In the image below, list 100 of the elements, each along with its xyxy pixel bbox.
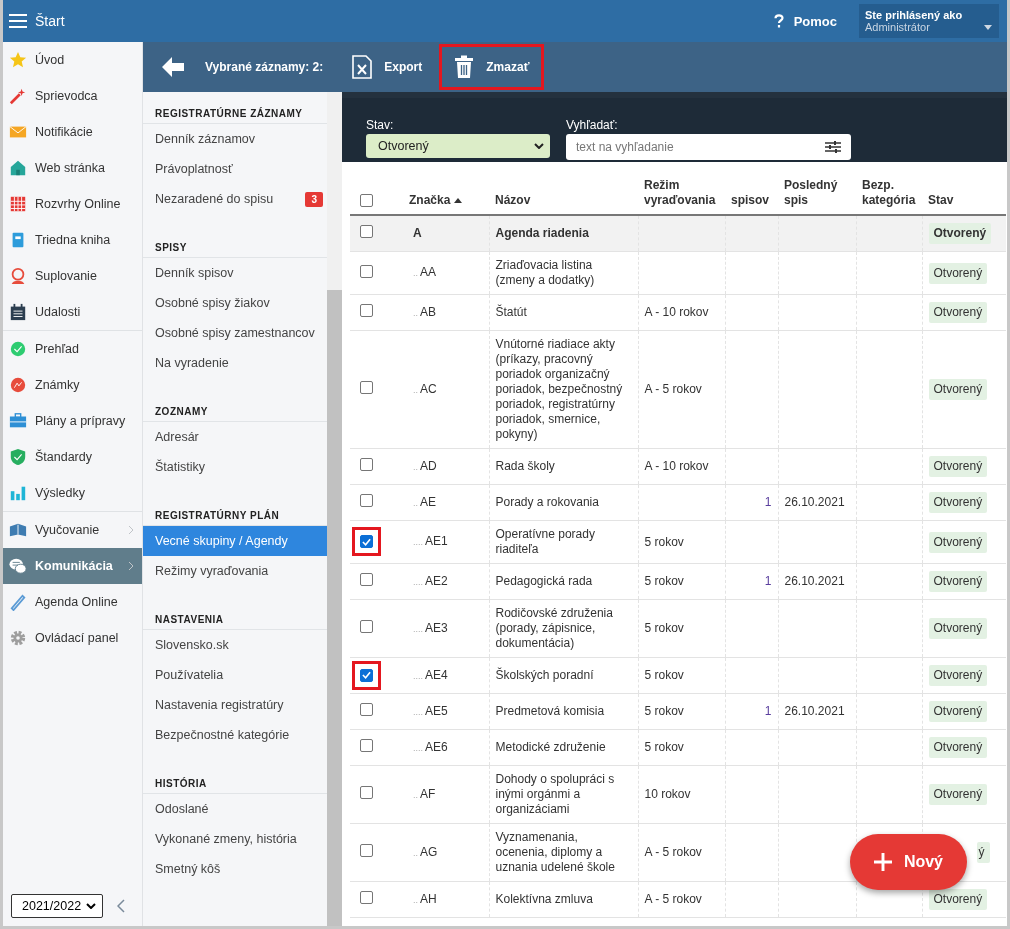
sidebar-item[interactable]: Triedna kniha [3,222,142,258]
column-header[interactable]: Stav [928,193,954,208]
status-tag: Otvorený [928,531,988,553]
help-icon[interactable] [773,14,784,28]
status-tag: Otvorený [928,379,988,400]
menu-item[interactable]: Smetný kôš [143,854,327,884]
sidebar-item[interactable]: Úvod [3,42,142,78]
sidebar-item[interactable]: Vyučovanie [3,512,142,548]
menu-item[interactable]: Nezaradené do spisu 3 [143,184,327,214]
menu-item[interactable]: Právoplatnosť [143,154,327,184]
field-label: Stav: [366,118,395,132]
table-cell: Rodičovské združenia (porady, zápisnice, dokumentácia) [495,606,613,650]
menu-item[interactable]: Slovensko.sk [143,630,327,660]
search-field[interactable]: text na vyhľadanie [566,134,851,160]
sidebar-item[interactable]: Plány a prípravy [3,403,142,439]
row-checkbox[interactable] [360,891,373,904]
person-icon [9,267,27,285]
sidebar-item[interactable]: Suplovanie [3,258,142,294]
wand-icon [9,87,27,105]
column-header[interactable]: Posledný spis [784,178,850,208]
new-button[interactable]: Nový [849,834,967,890]
menu-item[interactable]: Vykonané zmeny, história [143,824,327,854]
sidebar-item[interactable]: Známky [3,367,142,403]
code-text: AE1 [425,534,448,549]
row-checkbox[interactable] [360,494,373,507]
column-header[interactable]: Bezp. kategória [862,178,916,208]
menu-item[interactable]: Denník záznamov [143,124,327,154]
row-checkbox[interactable] [360,381,373,394]
select-all-checkbox[interactable] [360,194,373,208]
file-count-link[interactable]: 1 [764,574,772,588]
spreadsheet-file-icon [352,55,373,79]
row-checkbox[interactable] [360,535,373,548]
calendar-icon [9,303,27,321]
sidebar-item[interactable]: Výsledky [3,475,142,511]
menu-item[interactable]: Na vyradenie [143,348,327,378]
table-cell: 5 rokov [644,621,684,635]
menu-item[interactable]: Štatistiky [143,452,327,482]
sidebar-item[interactable]: Štandardy [3,439,142,475]
case-icon [9,412,27,430]
sidebar-item[interactable]: Ovládací panel [3,620,142,656]
grid-icon [9,195,27,213]
row-checkbox[interactable] [360,703,373,716]
code-text: AE5 [425,703,448,719]
menu-icon[interactable] [9,14,27,28]
sidebar-item[interactable]: Komunikácia [3,548,142,584]
row-checkbox[interactable] [360,264,373,278]
status-tag: Otvorený [928,889,988,910]
menu-item[interactable]: Odoslané [143,794,327,824]
back-arrow-icon[interactable] [161,56,185,78]
file-count-link[interactable]: 1 [764,495,772,509]
menu-item[interactable]: Bezpečnostné kategórie [143,720,327,750]
row-checkbox[interactable] [360,620,373,633]
collapse-icon[interactable] [117,899,125,913]
row-checkbox[interactable] [360,304,373,317]
row-checkbox[interactable] [360,668,373,682]
sidebar-item[interactable]: Prehľad [3,331,142,367]
column-header[interactable]: Režim vyraďovania [644,178,719,208]
menu-item[interactable]: Adresár [143,422,327,452]
house-icon [9,159,27,177]
table-cell: A - 5 rokov [644,845,702,859]
help-link[interactable]: Pomoc [793,13,837,29]
indent-dots: .. [413,306,418,320]
user-menu[interactable]: Ste prihlásený ako Administrátor [859,4,999,38]
row-checkbox[interactable] [360,786,373,799]
year-select[interactable]: 2021/2022 [11,894,103,918]
export-button[interactable]: Export [337,44,438,90]
row-checkbox[interactable] [360,844,373,857]
scrollbar[interactable] [327,92,342,926]
column-header[interactable]: Značka [409,193,463,208]
sidebar-item[interactable]: Udalosti [3,294,142,330]
row-checkbox[interactable] [360,225,373,238]
row-checkbox[interactable] [360,739,373,752]
sidebar-item[interactable]: Sprievodca [3,78,142,114]
menu-item[interactable]: Nastavenia registratúry [143,690,327,720]
menu-item[interactable]: Osobné spisy zamestnancov [143,318,327,348]
status-tag: Otvorený [928,737,988,758]
app-title: Štart [35,13,65,29]
status-select[interactable]: Otvorený [366,134,550,158]
sidebar-item[interactable]: Notifikácie [3,114,142,150]
column-header[interactable]: Názov [495,193,531,208]
delete-button[interactable]: Zmazať [439,44,545,90]
status-tag: Otvorený [928,262,988,284]
row-checkbox[interactable] [360,458,373,471]
chat-icon [9,557,27,575]
selection-count: Vybrané záznamy: 2: [205,60,324,74]
column-header[interactable]: spisov [731,193,769,208]
menu-item[interactable]: Osobné spisy žiakov [143,288,327,318]
menu-item[interactable]: Režimy vyraďovania [143,556,327,586]
sliders-icon[interactable] [825,140,841,154]
menu-item[interactable]: Denník spisov [143,258,327,288]
menu-item[interactable]: Vecné skupiny / Agendy [143,526,327,556]
menu-item[interactable]: Používatelia [143,660,327,690]
table-cell: 26.10.2021 [784,495,845,509]
table-cell: A - 5 rokov [644,382,702,396]
file-count-link[interactable]: 1 [764,704,772,718]
sidebar-item[interactable]: Agenda Online [3,584,142,620]
row-checkbox[interactable] [360,573,373,586]
table-cell: 5 rokov [644,574,684,588]
sidebar-item[interactable]: Web stránka [3,150,142,186]
sidebar-item[interactable]: Rozvrhy Online [3,186,142,222]
